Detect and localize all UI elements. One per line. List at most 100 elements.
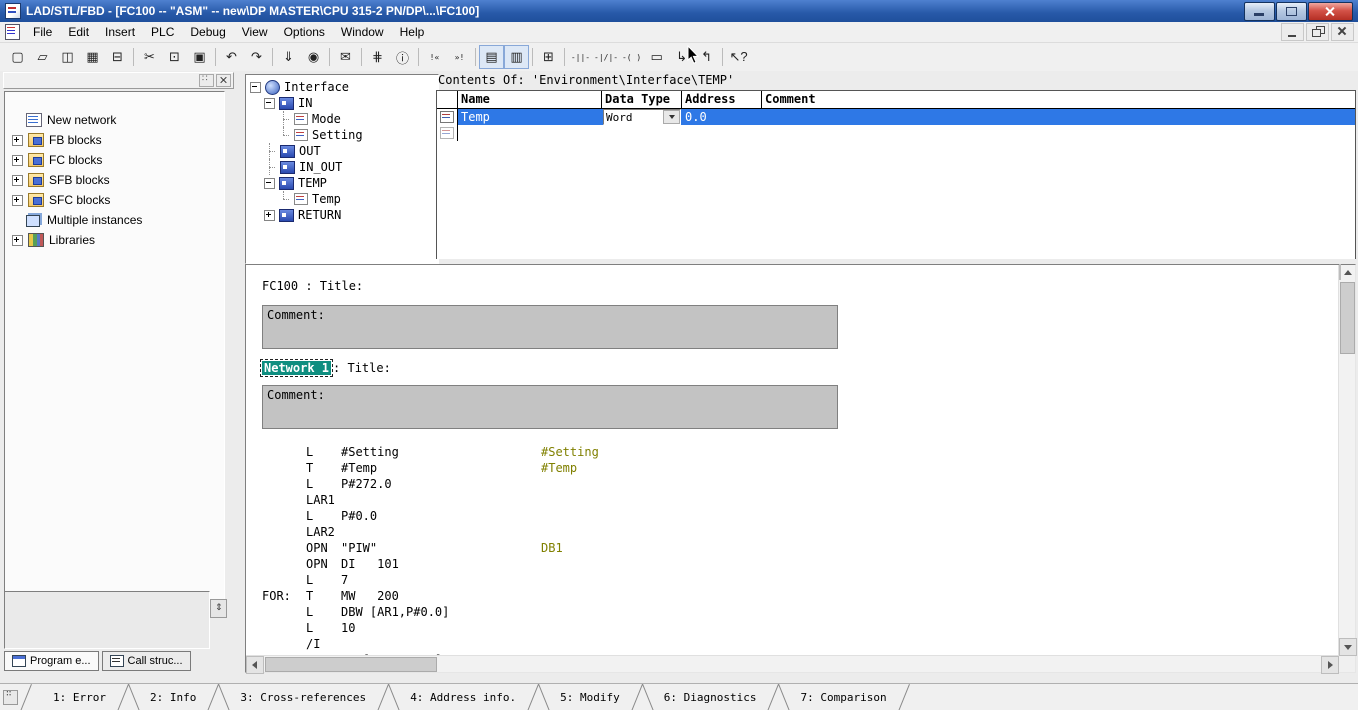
- status-tab-modify[interactable]: 5: Modify: [545, 691, 635, 704]
- redo-icon[interactable]: ↷: [244, 45, 269, 69]
- tab-program-elements[interactable]: Program e...: [4, 651, 99, 671]
- tab-call-structure[interactable]: Call struc...: [102, 651, 191, 671]
- expand-icon[interactable]: [12, 155, 23, 166]
- block-comment-box[interactable]: Comment:: [262, 305, 838, 349]
- stl-line[interactable]: OPNDI 101: [262, 557, 1339, 573]
- chevron-down-icon[interactable]: [663, 110, 680, 124]
- copy-icon[interactable]: ⊡: [162, 45, 187, 69]
- vertical-scrollbar[interactable]: [1338, 265, 1355, 656]
- stl-line[interactable]: LDBW [AR1,P#0.0]: [262, 605, 1339, 621]
- status-tab-address-info[interactable]: 4: Address info.: [395, 691, 531, 704]
- menu-view[interactable]: View: [234, 22, 276, 42]
- expand-icon[interactable]: [12, 195, 23, 206]
- save-as-icon[interactable]: ◫: [55, 45, 80, 69]
- code-content[interactable]: FC100 : Title: Comment: Network 1 : Titl…: [246, 265, 1339, 656]
- cell-comment[interactable]: [762, 109, 1355, 125]
- stl-line[interactable]: T#Temp#Temp: [262, 461, 1339, 477]
- menu-help[interactable]: Help: [392, 22, 433, 42]
- menu-debug[interactable]: Debug: [182, 22, 233, 42]
- menu-plc[interactable]: PLC: [143, 22, 182, 42]
- paste-icon[interactable]: ▣: [187, 45, 212, 69]
- mdi-minimize-button[interactable]: [1281, 23, 1304, 41]
- monitor-icon[interactable]: ◉: [301, 45, 326, 69]
- column-header-address[interactable]: Address: [682, 91, 762, 108]
- pane-close-icon[interactable]: [216, 74, 231, 87]
- undo-icon[interactable]: ↶: [219, 45, 244, 69]
- table-row[interactable]: Temp Word 0.0: [437, 109, 1355, 125]
- collapse-icon[interactable]: [250, 82, 261, 93]
- cut-icon[interactable]: ✂: [137, 45, 162, 69]
- cell-name[interactable]: Temp: [458, 109, 602, 125]
- save-icon[interactable]: ▦: [80, 45, 105, 69]
- stl-line[interactable]: L#Setting#Setting: [262, 445, 1339, 461]
- expand-icon[interactable]: [264, 210, 275, 221]
- tree-node-temp-var[interactable]: Temp: [250, 191, 438, 207]
- stl-line[interactable]: L7: [262, 573, 1339, 589]
- column-header-data-type[interactable]: Data Type: [602, 91, 682, 108]
- output-dock-icon[interactable]: [3, 690, 18, 705]
- data-type-combobox[interactable]: Word: [603, 109, 681, 125]
- collapse-icon[interactable]: [264, 178, 275, 189]
- coil-icon[interactable]: -( ): [619, 45, 644, 69]
- scroll-down-icon[interactable]: [1339, 638, 1357, 656]
- expand-icon[interactable]: [12, 235, 23, 246]
- minimize-button[interactable]: [1244, 2, 1275, 21]
- status-tab-comparison[interactable]: 7: Comparison: [785, 691, 901, 704]
- tree-node-temp[interactable]: TEMP: [250, 175, 438, 191]
- stl-line[interactable]: OPN"PIW"DB1: [262, 541, 1339, 557]
- menu-edit[interactable]: Edit: [60, 22, 97, 42]
- status-tab-info[interactable]: 2: Info: [135, 691, 211, 704]
- expand-icon[interactable]: [12, 135, 23, 146]
- stl-line[interactable]: L10: [262, 621, 1339, 637]
- new-document-icon[interactable]: ▢: [5, 45, 30, 69]
- symbolic-representation-icon[interactable]: ⋕: [365, 45, 390, 69]
- detail-view-toggle-icon[interactable]: ▥: [504, 45, 529, 69]
- menu-file[interactable]: File: [25, 22, 60, 42]
- contact-nc-icon[interactable]: -|/|-: [593, 45, 619, 69]
- stl-line[interactable]: LAR2: [262, 525, 1339, 541]
- network-badge[interactable]: Network 1: [262, 361, 331, 375]
- empty-box-icon[interactable]: ▭: [644, 45, 669, 69]
- status-tab-cross-references[interactable]: 3: Cross-references: [225, 691, 381, 704]
- tree-item-fc-blocks[interactable]: FC blocks: [5, 150, 224, 170]
- tree-item-fb-blocks[interactable]: FB blocks: [5, 130, 224, 150]
- menu-window[interactable]: Window: [333, 22, 392, 42]
- collapse-icon[interactable]: [264, 98, 275, 109]
- network-comment-box[interactable]: Comment:: [262, 385, 838, 429]
- tree-item-sfb-blocks[interactable]: SFB blocks: [5, 170, 224, 190]
- tree-node-mode[interactable]: Mode: [250, 111, 438, 127]
- symbol-information-icon[interactable]: ⓘ: [390, 45, 415, 69]
- menu-insert[interactable]: Insert: [97, 22, 143, 42]
- pane-grip-icon[interactable]: [199, 74, 214, 87]
- tree-node-in[interactable]: IN: [250, 95, 438, 111]
- tree-item-libraries[interactable]: Libraries: [5, 230, 224, 250]
- overview-toggle-icon[interactable]: ▤: [479, 45, 504, 69]
- tree-node-in-out[interactable]: IN_OUT: [250, 159, 438, 175]
- scroll-up-icon[interactable]: [1339, 264, 1341, 280]
- menu-options[interactable]: Options: [276, 22, 333, 42]
- stl-line[interactable]: LAR1: [262, 493, 1339, 509]
- cell-address[interactable]: 0.0: [682, 109, 762, 125]
- mdi-restore-button[interactable]: [1306, 23, 1329, 41]
- scroll-left-icon[interactable]: [246, 656, 264, 674]
- horizontal-scrollbar[interactable]: [246, 655, 1339, 672]
- tree-item-multiple-instances[interactable]: Multiple instances: [5, 210, 224, 230]
- vertical-scroll-thumb[interactable]: [1340, 282, 1355, 354]
- horizontal-scroll-thumb[interactable]: [265, 657, 437, 672]
- stl-line[interactable]: LP#272.0: [262, 477, 1339, 493]
- mdi-close-button[interactable]: [1331, 23, 1354, 41]
- tree-node-interface[interactable]: Interface: [250, 79, 438, 95]
- table-row-empty[interactable]: [437, 125, 1355, 141]
- contact-no-icon[interactable]: -||-: [568, 45, 593, 69]
- stl-line[interactable]: FOR:TMW 200: [262, 589, 1339, 605]
- tree-node-return[interactable]: RETURN: [250, 207, 438, 223]
- status-tab-error[interactable]: 1: Error: [38, 691, 121, 704]
- splitter-collapse-button[interactable]: [210, 599, 227, 618]
- next-error-icon[interactable]: »!: [447, 45, 472, 69]
- insert-network-icon[interactable]: ✉: [333, 45, 358, 69]
- expand-icon[interactable]: [12, 175, 23, 186]
- open-folder-icon[interactable]: ▱: [30, 45, 55, 69]
- tree-item-sfc-blocks[interactable]: SFC blocks: [5, 190, 224, 210]
- download-icon[interactable]: ⇓: [276, 45, 301, 69]
- tree-node-setting[interactable]: Setting: [250, 127, 438, 143]
